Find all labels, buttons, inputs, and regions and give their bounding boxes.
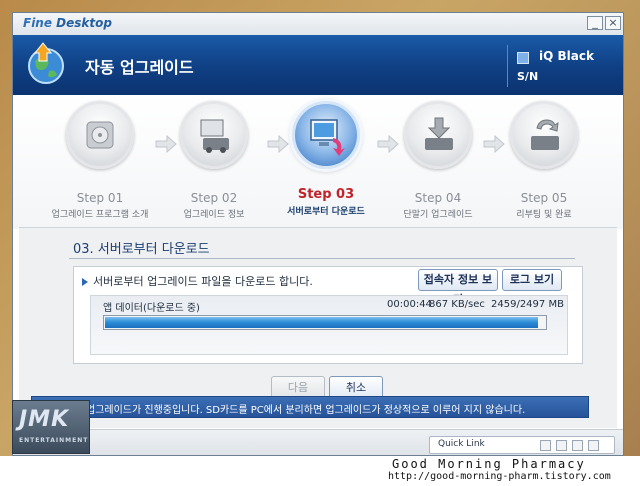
status-text: 업그레이드가 진행중입니다. SD카드를 PC에서 분리하면 업그레이드가 정상… bbox=[86, 405, 526, 416]
step-number: Step 03 bbox=[297, 187, 355, 202]
download-icon[interactable] bbox=[556, 440, 567, 451]
device-monitor-icon bbox=[180, 101, 248, 169]
disc-icon bbox=[66, 101, 134, 169]
watermark-logo-main: JMK bbox=[19, 407, 70, 432]
watermark-logo-sub: ENTERTAINMENT bbox=[19, 437, 89, 444]
copy-icon[interactable] bbox=[572, 440, 583, 451]
download-message: 서버로부터 업그레이드 파일을 다운로드 합니다. bbox=[93, 275, 313, 288]
upgrade-window: Fine Desktop _ × 자동 업그레이드 iQ Black S/N S… bbox=[12, 12, 624, 456]
step-5: Step 05 리부팅 및 완료 bbox=[489, 101, 599, 220]
log-button[interactable]: 로그 보기 bbox=[502, 269, 562, 291]
elapsed-time: 00:00:44 bbox=[387, 299, 432, 310]
watermark-url: http://good-morning-pharm.tistory.com bbox=[388, 471, 611, 482]
bullet-arrow-icon bbox=[82, 278, 88, 286]
step-label: 리부팅 및 완료 bbox=[516, 210, 572, 220]
section-title: 03. 서버로부터 다운로드 bbox=[73, 242, 210, 257]
progress-area: 앱 데이터(다운로드 중) 00:00:44 867 KB/sec 2459/2… bbox=[90, 295, 568, 355]
step-label: 업그레이드 프로그램 소개 bbox=[51, 210, 149, 220]
step-4: Step 04 단말기 업그레이드 bbox=[383, 101, 493, 220]
step-number: Step 02 bbox=[190, 191, 238, 205]
quick-link-box: Quick Link bbox=[429, 436, 615, 454]
device-name: iQ Black bbox=[539, 49, 594, 63]
step-number: Step 04 bbox=[414, 191, 462, 205]
watermark-logo: JMK ENTERTAINMENT bbox=[12, 400, 90, 454]
step-label: 서버로부터 다운로드 bbox=[287, 207, 365, 217]
progress-label: 앱 데이터(다운로드 중) bbox=[103, 303, 200, 314]
progress-bar bbox=[103, 315, 547, 330]
transfer-size: 2459/2497 MB bbox=[491, 299, 564, 310]
step-label: 단말기 업그레이드 bbox=[403, 210, 473, 220]
document-icon[interactable] bbox=[588, 440, 599, 451]
app-title: Fine Desktop bbox=[23, 16, 112, 30]
close-button[interactable]: × bbox=[605, 16, 621, 30]
user-info-button[interactable]: 접속자 정보 보기 bbox=[418, 269, 498, 306]
header-divider bbox=[507, 45, 508, 87]
download-panel: 서버로부터 업그레이드 파일을 다운로드 합니다. 접속자 정보 보기 로그 보… bbox=[73, 266, 583, 364]
progress-fill bbox=[105, 317, 539, 328]
transfer-speed: 867 KB/sec bbox=[429, 299, 485, 310]
step-3: Step 03 서버로부터 다운로드 bbox=[271, 101, 381, 217]
step-number: Step 01 bbox=[76, 191, 124, 205]
status-bar: 업그레이드가 진행중입니다. SD카드를 PC에서 분리하면 업그레이드가 정상… bbox=[31, 396, 589, 418]
globe-upgrade-icon bbox=[28, 42, 64, 84]
refresh-device-icon bbox=[510, 101, 578, 169]
section-divider bbox=[69, 258, 575, 259]
download-monitor-icon bbox=[292, 101, 360, 169]
quick-link-label: Quick Link bbox=[438, 439, 485, 449]
header-banner: 자동 업그레이드 iQ Black S/N bbox=[13, 35, 623, 95]
page-title: 자동 업그레이드 bbox=[85, 58, 194, 77]
upload-icon[interactable] bbox=[540, 440, 551, 451]
watermark-title: Good Morning Pharmacy bbox=[392, 457, 586, 471]
device-down-arrow-icon bbox=[404, 101, 472, 169]
step-2: Step 02 업그레이드 정보 bbox=[159, 101, 269, 220]
quick-link-bar: Quick Link bbox=[13, 429, 623, 455]
device-icon bbox=[517, 52, 529, 64]
watermark-footer: Good Morning Pharmacy http://good-mornin… bbox=[0, 456, 640, 486]
title-bar[interactable]: Fine Desktop _ × bbox=[13, 13, 623, 36]
serial-number-label: S/N bbox=[517, 70, 539, 83]
step-1: Step 01 업그레이드 프로그램 소개 bbox=[45, 101, 155, 220]
step-number: Step 05 bbox=[520, 191, 568, 205]
step-indicator: Step 01 업그레이드 프로그램 소개 Step 02 업그레이드 정보 S… bbox=[13, 95, 623, 229]
minimize-button[interactable]: _ bbox=[587, 16, 603, 30]
step-label: 업그레이드 정보 bbox=[183, 210, 245, 220]
